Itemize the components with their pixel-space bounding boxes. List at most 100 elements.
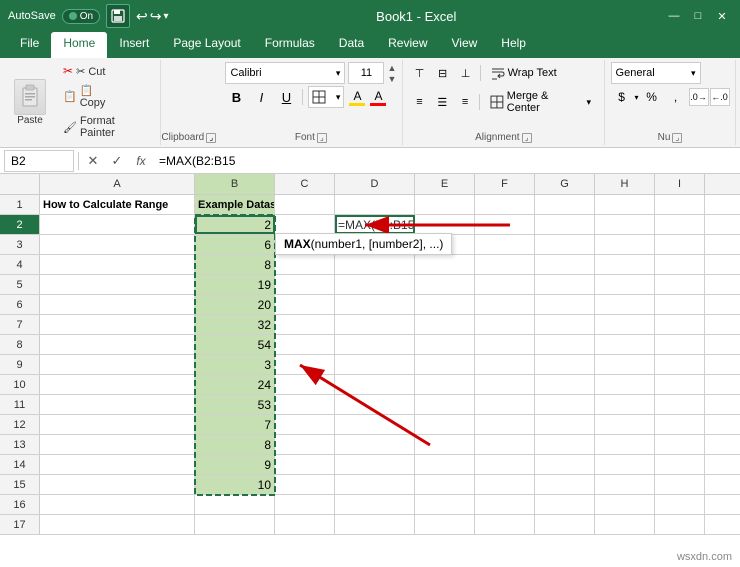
cell-E1[interactable] <box>415 195 475 214</box>
font-size-increase[interactable]: ▲ <box>387 63 396 73</box>
cell-F9[interactable] <box>475 355 535 374</box>
cell-D17[interactable] <box>335 515 415 534</box>
cell-E7[interactable] <box>415 315 475 334</box>
cell-D12[interactable] <box>335 415 415 434</box>
cancel-formula-button[interactable]: ✕ <box>83 151 103 171</box>
tab-data[interactable]: Data <box>327 32 376 58</box>
row-num-15[interactable]: 15 <box>0 475 40 494</box>
cell-E15[interactable] <box>415 475 475 494</box>
cell-H11[interactable] <box>595 395 655 414</box>
cell-D1[interactable] <box>335 195 415 214</box>
cell-A9[interactable] <box>40 355 195 374</box>
cell-F2[interactable] <box>475 215 535 234</box>
cell-B5[interactable]: 19 <box>195 275 275 294</box>
cell-H10[interactable] <box>595 375 655 394</box>
tab-home[interactable]: Home <box>51 32 107 58</box>
cell-F6[interactable] <box>475 295 535 314</box>
tab-insert[interactable]: Insert <box>107 32 161 58</box>
row-num-17[interactable]: 17 <box>0 515 40 534</box>
cell-I9[interactable] <box>655 355 705 374</box>
copy-button[interactable]: 📋 📋 Copy <box>60 82 118 111</box>
cell-C14[interactable] <box>275 455 335 474</box>
cell-E12[interactable] <box>415 415 475 434</box>
cell-C17[interactable] <box>275 515 335 534</box>
cell-G10[interactable] <box>535 375 595 394</box>
align-bottom-button[interactable]: ⊥ <box>455 62 477 84</box>
formula-input[interactable] <box>155 150 736 172</box>
cell-A11[interactable] <box>40 395 195 414</box>
align-top-button[interactable]: ⊤ <box>409 62 431 84</box>
cell-G1[interactable] <box>535 195 595 214</box>
cell-A17[interactable] <box>40 515 195 534</box>
cell-F15[interactable] <box>475 475 535 494</box>
cell-E5[interactable] <box>415 275 475 294</box>
cell-D4[interactable] <box>335 255 415 274</box>
cell-C1[interactable] <box>275 195 335 214</box>
maximize-button[interactable]: □ <box>688 6 708 26</box>
row-num-9[interactable]: 9 <box>0 355 40 374</box>
percent-button[interactable]: % <box>641 86 663 108</box>
more-commands[interactable]: ▾ <box>164 11 169 22</box>
col-header-I[interactable]: I <box>655 174 705 194</box>
tab-file[interactable]: File <box>8 32 51 58</box>
cell-D10[interactable] <box>335 375 415 394</box>
cell-B6[interactable]: 20 <box>195 295 275 314</box>
cell-F5[interactable] <box>475 275 535 294</box>
cell-I16[interactable] <box>655 495 705 514</box>
cell-G5[interactable] <box>535 275 595 294</box>
col-header-A[interactable]: A <box>40 174 195 194</box>
cell-H3[interactable] <box>595 235 655 254</box>
row-num-1[interactable]: 1 <box>0 195 40 214</box>
cell-H16[interactable] <box>595 495 655 514</box>
cell-A1[interactable]: How to Calculate Range <box>40 195 195 214</box>
cell-ref-box[interactable]: B2 <box>4 150 74 172</box>
cell-B16[interactable] <box>195 495 275 514</box>
redo-button[interactable]: ↪ <box>150 8 162 25</box>
cell-H7[interactable] <box>595 315 655 334</box>
alignment-expand[interactable]: ⌟ <box>522 133 532 143</box>
italic-button[interactable]: I <box>250 86 272 108</box>
font-name-box[interactable]: Calibri ▾ <box>225 62 345 84</box>
cell-H5[interactable] <box>595 275 655 294</box>
cell-E11[interactable] <box>415 395 475 414</box>
tab-help[interactable]: Help <box>489 32 538 58</box>
cell-I15[interactable] <box>655 475 705 494</box>
cell-C8[interactable] <box>275 335 335 354</box>
cell-G6[interactable] <box>535 295 595 314</box>
cell-D9[interactable] <box>335 355 415 374</box>
cell-F16[interactable] <box>475 495 535 514</box>
tab-formulas[interactable]: Formulas <box>253 32 327 58</box>
cell-F11[interactable] <box>475 395 535 414</box>
currency-dropdown[interactable]: ▾ <box>635 93 639 102</box>
paste-button[interactable]: Paste <box>10 75 50 130</box>
cell-A16[interactable] <box>40 495 195 514</box>
cell-D11[interactable] <box>335 395 415 414</box>
currency-button[interactable]: $ <box>611 86 633 108</box>
cell-A10[interactable] <box>40 375 195 394</box>
cell-F12[interactable] <box>475 415 535 434</box>
row-num-4[interactable]: 4 <box>0 255 40 274</box>
col-header-H[interactable]: H <box>595 174 655 194</box>
cell-H8[interactable] <box>595 335 655 354</box>
col-header-F[interactable]: F <box>475 174 535 194</box>
tab-review[interactable]: Review <box>376 32 439 58</box>
cell-B7[interactable]: 32 <box>195 315 275 334</box>
cell-D2[interactable]: =MAX(B2:B15 <box>335 215 415 234</box>
cell-I10[interactable] <box>655 375 705 394</box>
cell-B14[interactable]: 9 <box>195 455 275 474</box>
bold-button[interactable]: B <box>225 86 247 108</box>
comma-button[interactable]: , <box>665 86 687 108</box>
cell-G7[interactable] <box>535 315 595 334</box>
cell-E10[interactable] <box>415 375 475 394</box>
cell-I17[interactable] <box>655 515 705 534</box>
cell-A6[interactable] <box>40 295 195 314</box>
cell-E13[interactable] <box>415 435 475 454</box>
cell-F4[interactable] <box>475 255 535 274</box>
cell-F13[interactable] <box>475 435 535 454</box>
cell-H1[interactable] <box>595 195 655 214</box>
cell-B1[interactable]: Example Dataset <box>195 195 275 214</box>
cell-I4[interactable] <box>655 255 705 274</box>
cell-C2[interactable] <box>275 215 335 234</box>
font-color-button[interactable]: A <box>370 89 386 106</box>
cell-B2[interactable]: 2 <box>195 215 275 234</box>
